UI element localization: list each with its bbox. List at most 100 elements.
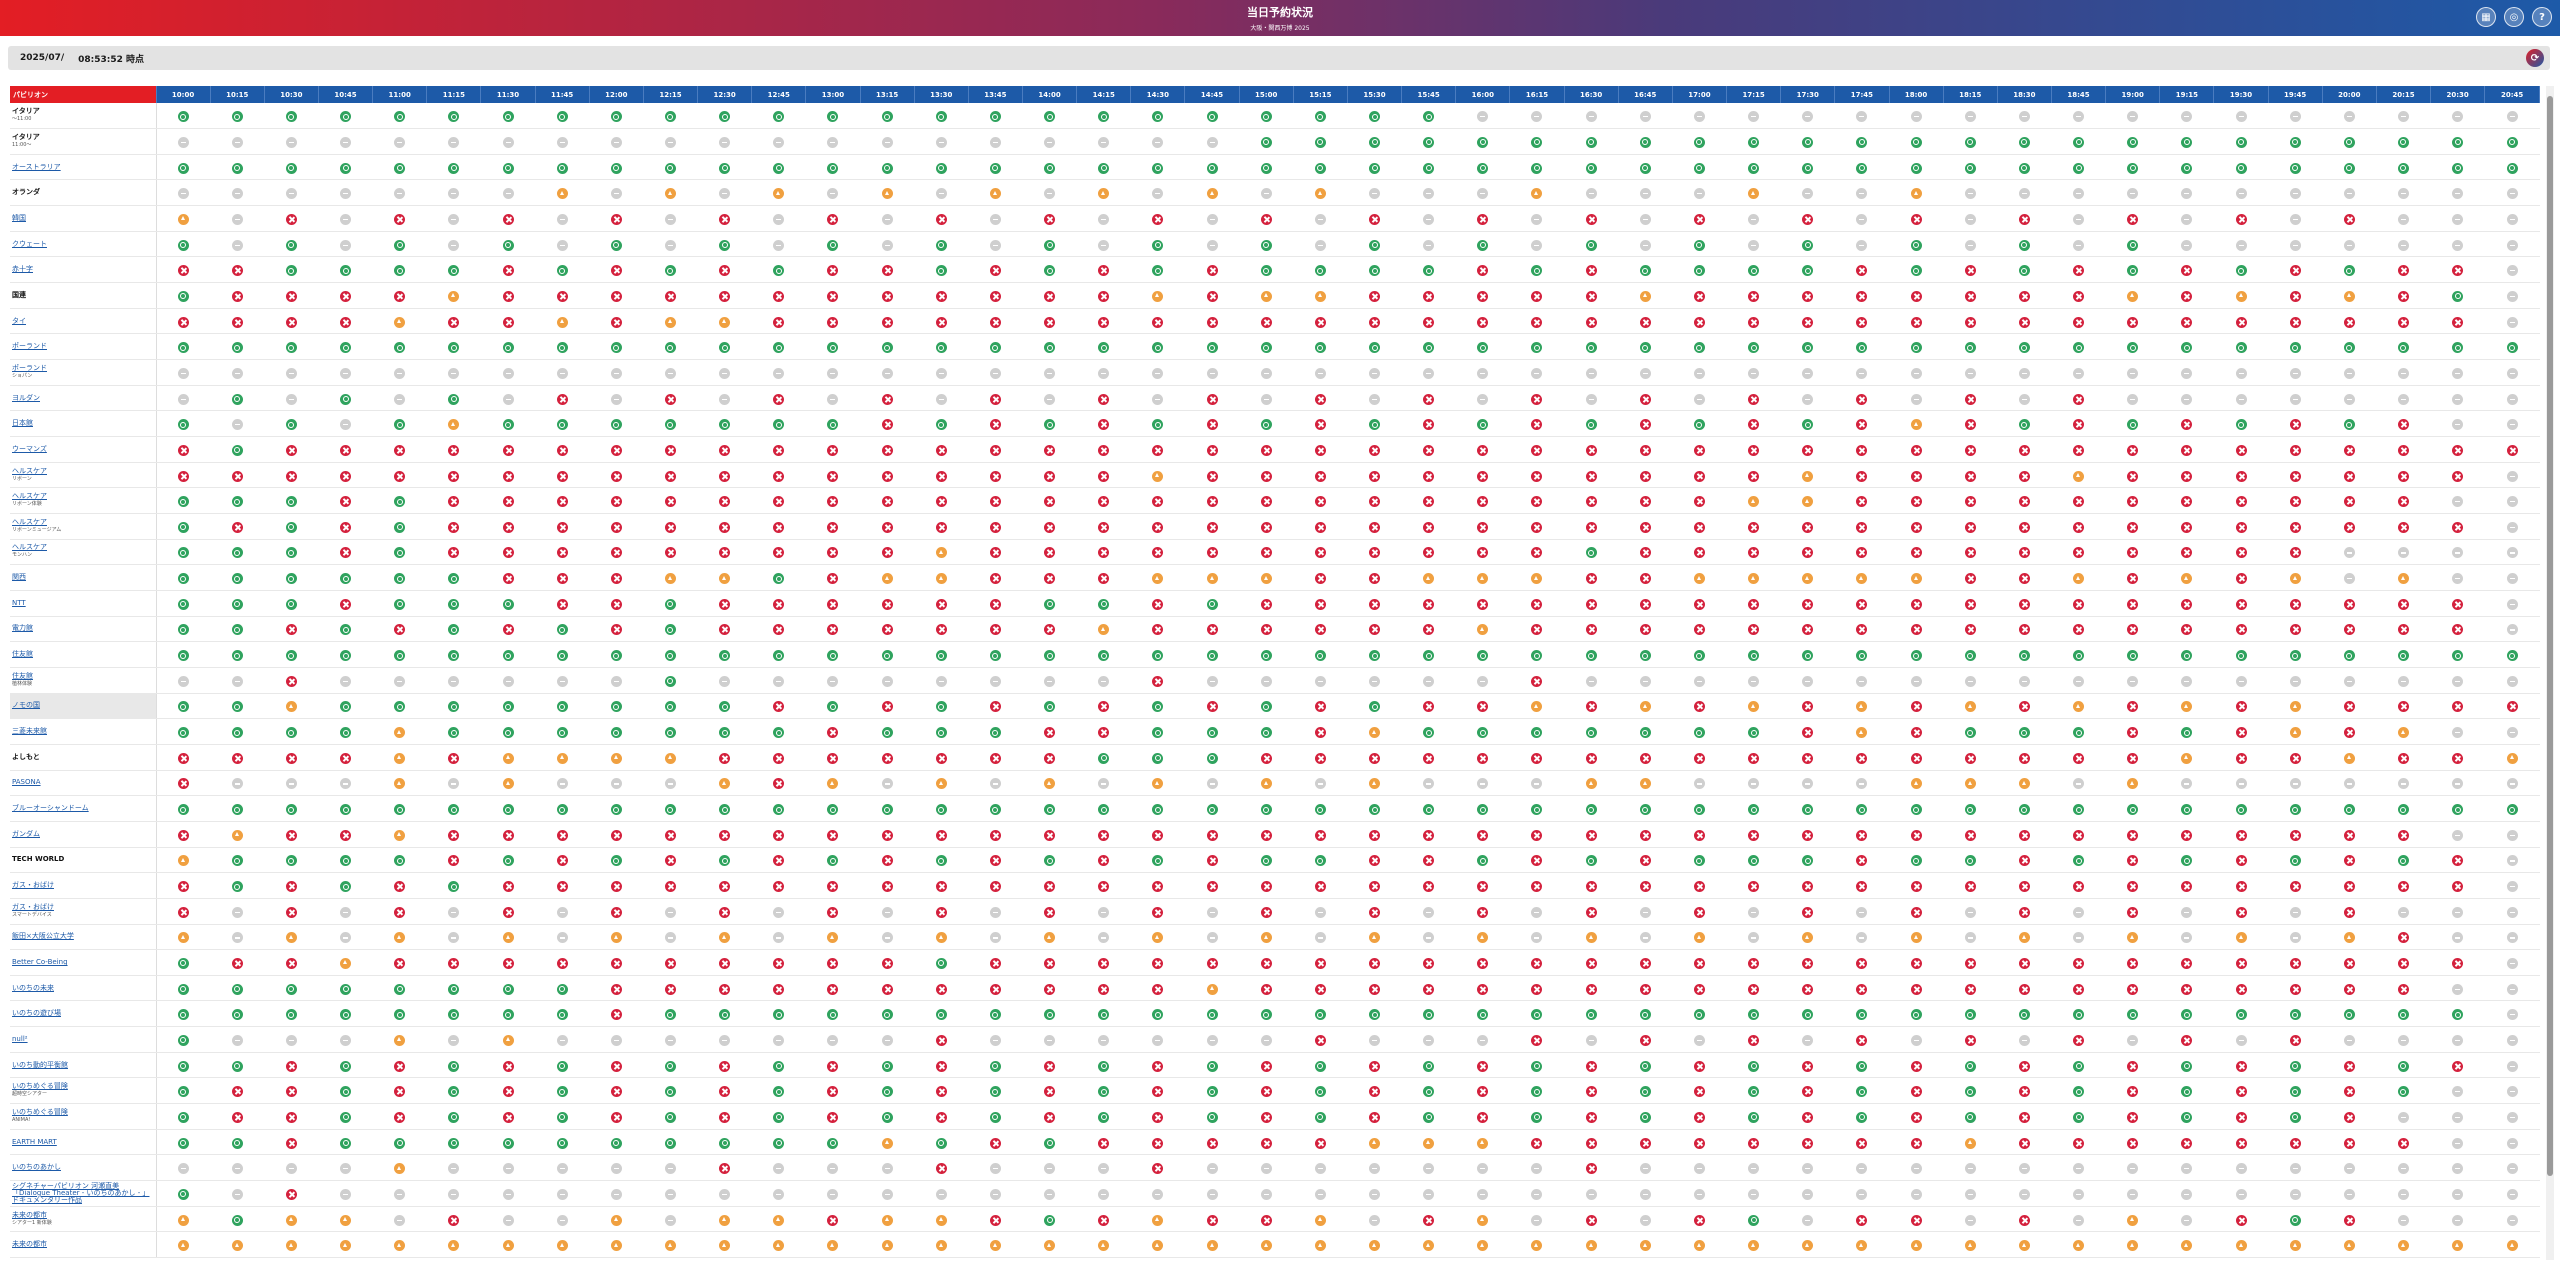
- slot-cell[interactable]: [1564, 1206, 1619, 1233]
- slot-cell[interactable]: [1780, 949, 1835, 976]
- slot-cell[interactable]: [1618, 744, 1673, 771]
- slot-cell[interactable]: [2322, 410, 2377, 438]
- slot-cell[interactable]: [2322, 128, 2377, 155]
- slot-cell[interactable]: [1564, 718, 1619, 745]
- slot-cell[interactable]: [264, 513, 319, 540]
- slot-cell[interactable]: [480, 872, 536, 899]
- slot-cell[interactable]: [1509, 1026, 1565, 1053]
- slot-cell[interactable]: [1239, 1231, 1294, 1259]
- slot-cell[interactable]: [2051, 641, 2106, 668]
- slot-cell[interactable]: [156, 1129, 211, 1156]
- slot-cell[interactable]: [1564, 410, 1619, 438]
- slot-cell[interactable]: [643, 641, 698, 668]
- slot-cell[interactable]: [2376, 462, 2431, 489]
- slot-cell[interactable]: [1618, 513, 1673, 540]
- slot-cell[interactable]: [156, 308, 211, 335]
- slot-cell[interactable]: [1022, 898, 1077, 925]
- slot-cell[interactable]: [264, 641, 319, 668]
- slot-cell[interactable]: [1889, 256, 1944, 284]
- slot-cell[interactable]: [1347, 410, 1402, 438]
- slot-cell[interactable]: [805, 924, 861, 951]
- slot-cell[interactable]: [1184, 847, 1240, 874]
- slot-cell[interactable]: [860, 975, 915, 1002]
- slot-cell[interactable]: [1672, 513, 1727, 540]
- slot-cell[interactable]: [1130, 308, 1185, 335]
- slot-cell[interactable]: [156, 564, 211, 591]
- slot-cell[interactable]: [2430, 872, 2485, 899]
- slot-cell[interactable]: [318, 513, 373, 540]
- slot-cell[interactable]: [1564, 154, 1619, 181]
- slot-cell[interactable]: [1780, 1231, 1835, 1259]
- slot-cell[interactable]: [1672, 616, 1727, 643]
- slot-cell[interactable]: [2322, 898, 2377, 925]
- slot-cell[interactable]: [2051, 308, 2106, 335]
- slot-cell[interactable]: [210, 795, 265, 822]
- slot-cell[interactable]: [1455, 1206, 1510, 1233]
- slot-cell[interactable]: [1726, 1129, 1781, 1156]
- slot-cell[interactable]: [1780, 641, 1835, 668]
- slot-cell[interactable]: [2376, 513, 2431, 540]
- slot-cell[interactable]: [2376, 128, 2431, 155]
- slot-cell[interactable]: [2484, 1231, 2540, 1259]
- slot-cell[interactable]: [1672, 693, 1727, 720]
- slot-cell[interactable]: [426, 256, 481, 284]
- slot-cell[interactable]: [1672, 795, 1727, 822]
- slot-cell[interactable]: [1022, 154, 1077, 181]
- slot-cell[interactable]: [1022, 1129, 1077, 1156]
- slot-cell[interactable]: [589, 333, 644, 361]
- slot-cell[interactable]: [1184, 308, 1240, 335]
- slot-cell[interactable]: [860, 795, 915, 822]
- slot-cell[interactable]: [2105, 487, 2160, 514]
- slot-cell[interactable]: [2376, 256, 2431, 284]
- slot-cell[interactable]: [1239, 975, 1294, 1002]
- slot-cell[interactable]: [2322, 1206, 2377, 1233]
- slot-cell[interactable]: [480, 924, 536, 951]
- slot-cell[interactable]: [210, 847, 265, 874]
- slot-cell[interactable]: [1076, 385, 1131, 412]
- slot-cell[interactable]: [1130, 821, 1185, 848]
- slot-cell[interactable]: [1564, 436, 1619, 463]
- slot-cell[interactable]: [1239, 898, 1294, 925]
- slot-cell[interactable]: [1076, 590, 1131, 617]
- slot-cell[interactable]: [1618, 333, 1673, 361]
- slot-cell[interactable]: [1184, 154, 1240, 181]
- slot-cell[interactable]: [1455, 821, 1510, 848]
- slot-cell[interactable]: [210, 821, 265, 848]
- slot-cell[interactable]: [2213, 436, 2269, 463]
- slot-cell[interactable]: [2213, 333, 2269, 361]
- slot-cell[interactable]: [805, 949, 861, 976]
- slot-cell[interactable]: [2051, 847, 2106, 874]
- slot-cell[interactable]: [2322, 1052, 2377, 1079]
- slot-cell[interactable]: [372, 1231, 427, 1259]
- slot-cell[interactable]: [1943, 847, 1998, 874]
- slot-cell[interactable]: [2105, 333, 2160, 361]
- slot-cell[interactable]: [805, 333, 861, 361]
- slot-cell[interactable]: [1780, 128, 1835, 155]
- slot-cell[interactable]: [210, 975, 265, 1002]
- slot-cell[interactable]: [156, 718, 211, 745]
- slot-cell[interactable]: [805, 590, 861, 617]
- slot-cell[interactable]: [156, 513, 211, 540]
- slot-cell[interactable]: [1672, 282, 1727, 309]
- slot-cell[interactable]: [2268, 539, 2323, 566]
- slot-cell[interactable]: [1564, 1129, 1619, 1156]
- slot-cell[interactable]: [1780, 975, 1835, 1002]
- slot-cell[interactable]: [535, 410, 590, 438]
- slot-cell[interactable]: [1076, 1000, 1131, 1028]
- slot-cell[interactable]: [1889, 436, 1944, 463]
- slot-cell[interactable]: [480, 436, 536, 463]
- slot-cell[interactable]: [1889, 898, 1944, 925]
- slot-cell[interactable]: [156, 333, 211, 361]
- slot-cell[interactable]: [1239, 872, 1294, 899]
- slot-cell[interactable]: [426, 847, 481, 874]
- slot-cell[interactable]: [805, 154, 861, 181]
- slot-cell[interactable]: [805, 513, 861, 540]
- slot-cell[interactable]: [697, 590, 752, 617]
- slot-cell[interactable]: [2430, 590, 2485, 617]
- slot-cell[interactable]: [1564, 795, 1619, 822]
- slot-cell[interactable]: [1401, 693, 1456, 720]
- slot-cell[interactable]: [643, 1103, 698, 1130]
- slot-cell[interactable]: [1672, 1231, 1727, 1259]
- slot-cell[interactable]: [264, 616, 319, 643]
- slot-cell[interactable]: [1943, 770, 1998, 797]
